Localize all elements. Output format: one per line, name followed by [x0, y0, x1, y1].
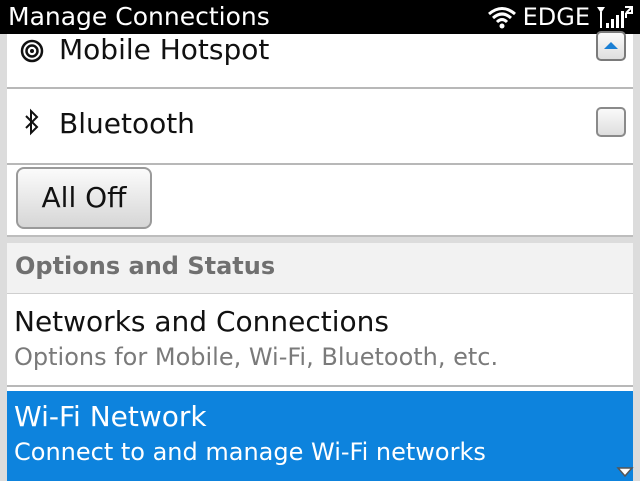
list-item-wifi-network[interactable]: Wi-Fi Network Connect to and manage Wi-F…	[7, 391, 633, 481]
list-item-mobile-hotspot[interactable]: Mobile Hotspot	[7, 13, 633, 89]
item-subtitle: Connect to and manage Wi-Fi networks	[14, 438, 486, 466]
bluetooth-checkbox[interactable]	[596, 107, 626, 137]
item-title: Wi-Fi Network	[14, 400, 207, 433]
mobile-hotspot-checkbox[interactable]	[596, 31, 626, 61]
scroll-down-icon[interactable]	[616, 466, 634, 478]
bluetooth-icon	[19, 107, 45, 137]
options-panel: Options and Status Networks and Connecti…	[7, 243, 633, 481]
hotspot-icon	[19, 36, 45, 66]
list-item-networks-and-connections[interactable]: Networks and Connections Options for Mob…	[7, 295, 633, 387]
section-header-label: Options and Status	[15, 252, 276, 280]
mobile-hotspot-label: Mobile Hotspot	[59, 33, 270, 66]
section-header: Options and Status	[7, 243, 633, 294]
bluetooth-label: Bluetooth	[59, 107, 195, 140]
item-subtitle: Options for Mobile, Wi-Fi, Bluetooth, et…	[14, 343, 499, 371]
scroll-up-icon	[604, 42, 618, 49]
list-item-bluetooth[interactable]: Bluetooth	[7, 89, 633, 165]
item-title: Networks and Connections	[14, 305, 389, 338]
all-off-button[interactable]: All Off	[16, 167, 152, 229]
connections-panel: Mobile Hotspot Bluetooth All Off	[7, 31, 633, 237]
